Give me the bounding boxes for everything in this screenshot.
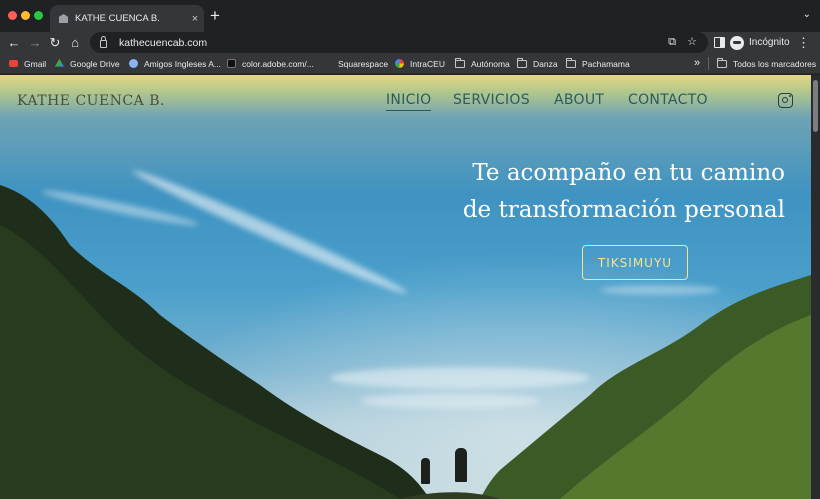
bookmark-label: Autónoma (471, 58, 510, 69)
tab-title: KATHE CUENCA B. (75, 13, 160, 24)
bookmark-squarespace[interactable]: Squarespace (323, 53, 388, 74)
arrow-left-icon[interactable]: ← (6, 33, 22, 52)
nav-link-servicios[interactable]: SERVICIOS (453, 92, 530, 108)
folder-icon (455, 57, 465, 68)
browser-tab[interactable]: KATHE CUENCA B. × (50, 5, 204, 32)
incognito-profile-button[interactable]: Incógnito (730, 34, 790, 51)
hero-headline-line: Te acompaño en tu camino (472, 160, 785, 186)
folder-icon (566, 57, 576, 68)
arrow-right-icon[interactable]: → (27, 33, 43, 52)
chevron-double-right-icon[interactable]: » (694, 53, 700, 73)
gmail-icon (9, 60, 18, 67)
intraceu-icon (395, 59, 404, 68)
side-panel-icon[interactable] (714, 37, 725, 48)
bookmarks-divider (708, 57, 709, 70)
bookmark-label: color.adobe.com/... (242, 58, 314, 69)
browser-toolbar: ← → ↻ ⌂ kathecuencab.com ⧉ ☆ Incógnito ⋮ (0, 32, 820, 53)
site-favicon-icon (59, 14, 68, 23)
page-scrollbar[interactable] (811, 75, 820, 499)
home-icon[interactable]: ⌂ (67, 33, 83, 52)
bookmark-intraceu[interactable]: IntraCEU (395, 53, 445, 74)
bookmark-label: Gmail (24, 58, 47, 69)
bookmark-label: Google Drive (70, 58, 120, 69)
star-icon[interactable]: ☆ (687, 32, 697, 53)
nav-link-about[interactable]: ABOUT (554, 92, 604, 108)
bookmark-label: Danza (533, 58, 558, 69)
bookmark-gmail[interactable]: Gmail (9, 53, 46, 74)
bookmarks-bar: Gmail Google Drive Amigos Ingleses A... … (0, 53, 820, 74)
bookmark-label: Amigos Ingleses A... (144, 58, 222, 69)
url-text[interactable]: kathecuencab.com (119, 37, 207, 49)
nav-link-contacto[interactable]: CONTACTO (628, 92, 708, 108)
bookmark-folder-autonoma[interactable]: Autónoma (455, 53, 510, 74)
camera-icon[interactable]: ⧉ (668, 32, 676, 53)
hiker-figure (421, 458, 430, 484)
bookmark-label: Squarespace (338, 58, 389, 69)
globe-icon (129, 59, 138, 68)
all-bookmarks-label: Todos los marcadores (733, 58, 817, 69)
tab-strip: KATHE CUENCA B. × + ⌄ (0, 0, 820, 32)
incognito-icon (730, 35, 744, 50)
folder-icon (717, 57, 727, 68)
google-drive-icon (55, 59, 64, 67)
cta-button[interactable]: TIKSIMUYU (582, 245, 688, 280)
more-icon[interactable]: ⋮ (797, 33, 810, 52)
profile-label: Incógnito (749, 37, 790, 48)
lock-icon[interactable] (100, 35, 107, 48)
scrollbar-thumb[interactable] (813, 80, 818, 132)
bookmark-google-drive[interactable]: Google Drive (55, 53, 120, 74)
window-maximize-button[interactable] (34, 11, 43, 20)
window-close-button[interactable] (8, 11, 17, 20)
landscape-illustration (0, 185, 811, 499)
bookmark-label: Pachamama (582, 58, 630, 69)
close-icon[interactable]: × (186, 13, 204, 25)
hero-section: KATHE CUENCA B. INICIO SERVICIOS ABOUT C… (0, 75, 811, 499)
instagram-icon[interactable] (778, 93, 793, 108)
bookmark-amigos-ingleses[interactable]: Amigos Ingleses A... (129, 53, 221, 74)
nav-link-inicio[interactable]: INICIO (386, 92, 432, 111)
bookmark-folder-danza[interactable]: Danza (517, 53, 558, 74)
all-bookmarks-button[interactable]: Todos los marcadores (717, 53, 816, 74)
address-bar[interactable]: kathecuencab.com ⧉ ☆ (90, 32, 708, 53)
hero-headline: Te acompaño en tu camino de transformaci… (463, 155, 785, 229)
squarespace-icon (323, 59, 332, 68)
plus-icon[interactable]: + (210, 7, 220, 25)
bookmark-label: IntraCEU (410, 58, 445, 69)
hiker-figure (455, 448, 467, 482)
folder-icon (517, 57, 527, 68)
hero-headline-line: de transformación personal (462, 197, 785, 223)
window-minimize-button[interactable] (21, 11, 30, 20)
bookmark-folder-pachamama[interactable]: Pachamama (566, 53, 630, 74)
bookmark-adobe-color[interactable]: color.adobe.com/... (227, 53, 314, 74)
reload-icon[interactable]: ↻ (47, 33, 63, 52)
site-logo[interactable]: KATHE CUENCA B. (17, 93, 165, 109)
adobe-color-icon (227, 59, 236, 68)
chevron-down-icon[interactable]: ⌄ (803, 9, 811, 20)
